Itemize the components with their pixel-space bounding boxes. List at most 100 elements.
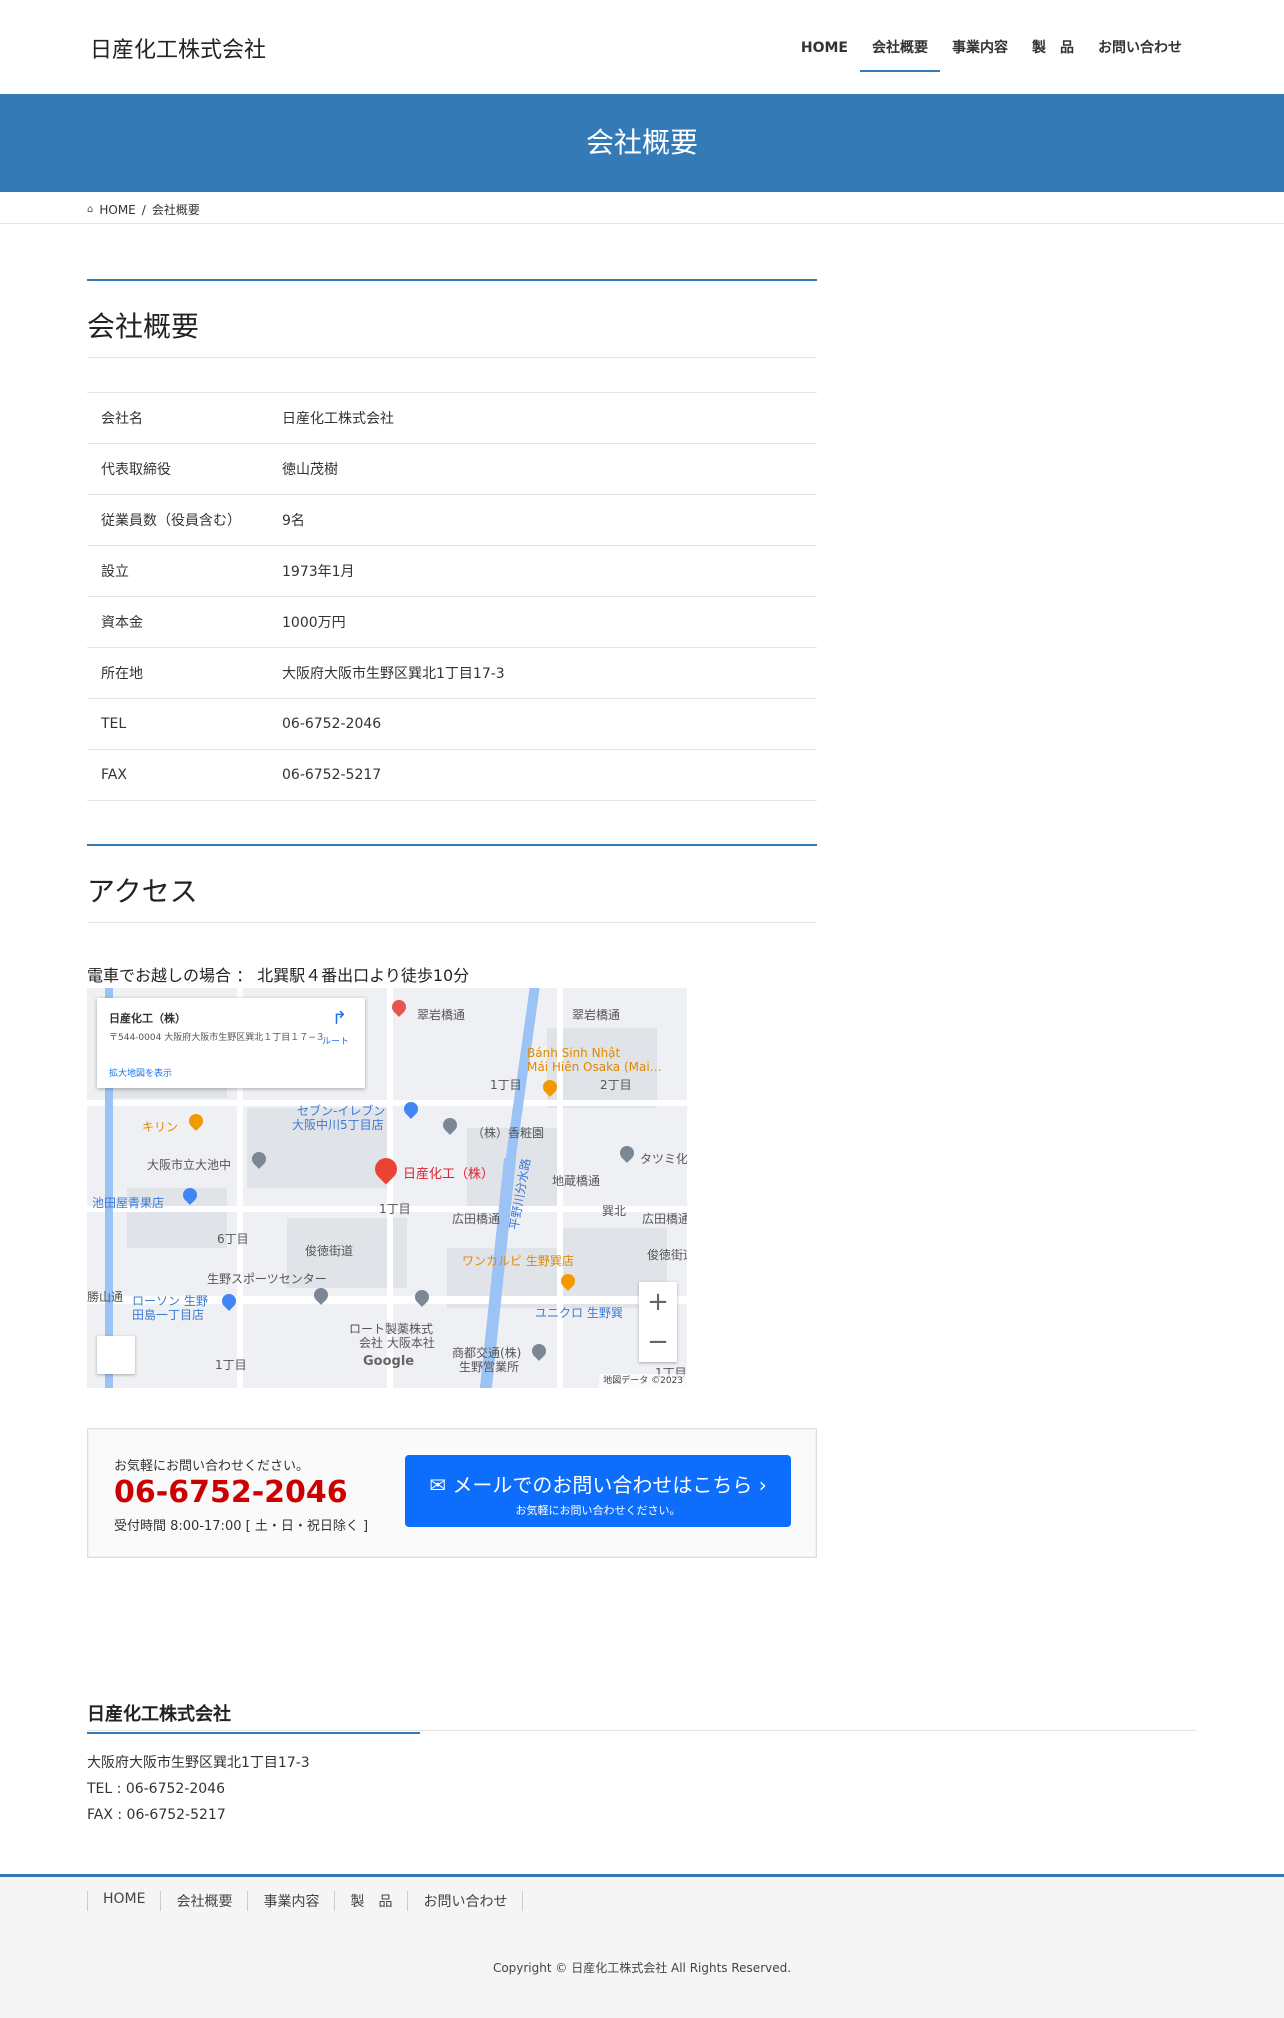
table-key: FAX [87,749,268,801]
map-label: 広田橋通 [452,1212,501,1226]
contact-phone-number[interactable]: 06-6752-2046 [114,1475,348,1510]
footer-company-widget: 日産化工株式会社 大阪府大阪市生野区巽北1丁目17-3 TEL : 06-675… [87,1700,1197,1828]
access-section-header: アクセス [87,844,817,923]
map-label: 巽北 [602,1204,627,1218]
map-label: 大阪中川5丁目店 [292,1118,384,1132]
zoom-out-button[interactable]: − [639,1322,677,1362]
map-label: 1丁目 [490,1078,522,1092]
table-key: 従業員数（役員含む） [87,494,268,546]
map-label: キリン [142,1120,179,1134]
poi-pin-icon[interactable] [186,1111,206,1131]
table-key: 会社名 [87,392,268,444]
contact-box: お気軽にお問い合わせください。 06-6752-2046 受付時間 8:00-1… [87,1428,817,1558]
map-label: 会社 大阪本社 [359,1336,435,1350]
poi-pin-icon[interactable] [529,1341,549,1361]
table-row: 代表取締役 徳山茂樹 [87,443,817,495]
table-value: 日産化工株式会社 [268,392,817,444]
footer-company-title: 日産化工株式会社 [87,1700,420,1734]
footer-tel: TEL : 06-6752-2046 [87,1781,225,1797]
company-info-table: 会社名 日産化工株式会社 代表取締役 徳山茂樹 従業員数（役員含む） 9名 設立 197… [87,392,817,801]
table-value: 06-6752-5217 [268,749,817,801]
map-zoom-control: + − [639,1282,677,1362]
directions-label[interactable]: ルート [322,1034,349,1047]
breadcrumb-home[interactable]: HOME [99,203,135,217]
footer-nav-home[interactable]: HOME [87,1891,160,1911]
page-banner-title: 会社概要 [0,94,1284,192]
poi-pin-icon[interactable] [219,1291,239,1311]
table-row: TEL 06-6752-2046 [87,698,817,750]
table-key: TEL [87,698,268,750]
map-label: タツミ化 [640,1152,687,1166]
breadcrumb-bar: ⌂ HOME / 会社概要 [0,192,1284,224]
map-label: 勝山通 [87,1290,124,1304]
table-key: 代表取締役 [87,443,268,495]
map-label: 大阪市立大池中 [147,1158,232,1172]
poi-pin-icon[interactable] [440,1115,460,1135]
table-key: 設立 [87,545,268,597]
street-view-pegman-icon[interactable] [97,1336,135,1374]
nav-company[interactable]: 会社概要 [860,38,940,72]
company-section-title: 会社概要 [87,310,200,343]
map-info-card: 日産化工（株） 〒544-0004 大阪府大阪市生野区巽北１丁目１７−３ 拡大地… [97,998,365,1088]
map-label: 翠岩橋通 [572,1008,621,1022]
copyright: Copyright © 日産化工株式会社 All Rights Reserved… [492,1961,792,1975]
access-section-title: アクセス [87,875,198,908]
footer-nav-business[interactable]: 事業内容 [247,1891,334,1911]
table-value: 9名 [268,494,817,546]
poi-pin-icon[interactable] [617,1143,637,1163]
directions-icon[interactable]: ↱ [332,1008,347,1029]
contact-hours: 受付時間 8:00-17:00 [ 土・日・祝日除く ] [114,1519,369,1534]
map-label: ユニクロ 生野巽 [535,1306,623,1320]
footer-fax: FAX : 06-6752-5217 [87,1807,226,1823]
mail-button-label: メールでのお問い合わせはこちら [452,1473,753,1497]
envelope-icon: ✉ [429,1473,453,1497]
map-label: 地蔵橋通 [552,1174,601,1188]
site-logo[interactable]: 日産化工株式会社 [90,32,266,64]
contact-lead-text: お気軽にお問い合わせください。 [114,1459,310,1474]
table-key: 所在地 [87,647,268,699]
map-card-title: 日産化工（株） [109,1012,186,1025]
breadcrumb-current: 会社概要 [151,203,200,217]
main-nav: HOME 会社概要 事業内容 製 品 お問い合わせ [789,38,1194,72]
map-label: 俊徳街道 [647,1248,687,1262]
table-row: 会社名 日産化工株式会社 [87,392,817,444]
home-icon: ⌂ [87,204,94,215]
nav-home[interactable]: HOME [789,38,860,72]
table-value: 大阪府大阪市生野区巽北1丁目17-3 [268,647,817,699]
nav-products[interactable]: 製 品 [1020,38,1086,72]
nav-business[interactable]: 事業内容 [940,38,1020,72]
google-map[interactable]: 日産化工（株） 〒544-0004 大阪府大阪市生野区巽北１丁目１７−３ 拡大地… [87,988,687,1388]
table-value: 1973年1月 [268,545,817,597]
footer-nav-company[interactable]: 会社概要 [160,1891,247,1911]
footer-nav-products[interactable]: 製 品 [334,1891,407,1911]
map-larger-link[interactable]: 拡大地図を表示 [109,1066,172,1079]
breadcrumb-separator: / [141,202,146,217]
nav-contact[interactable]: お問い合わせ [1086,38,1194,72]
map-label: ワンカルビ 生野巽店 [462,1254,574,1268]
table-value: 06-6752-2046 [268,698,817,750]
table-row: 資本金 1000万円 [87,596,817,648]
mail-contact-button[interactable]: ✉ メールでのお問い合わせはこちら › お気軽にお問い合わせください。 [405,1455,791,1527]
map-label: Mái Hiên Osaka (Mai… [527,1060,662,1074]
map-pin-label: 日産化工（株） [403,1167,495,1182]
table-row: 設立 1973年1月 [87,545,817,597]
table-value: 徳山茂樹 [268,443,817,495]
footer-address: 大阪府大阪市生野区巽北1丁目17-3 [87,1755,310,1771]
map-label: Bánh Sinh Nhật [527,1046,621,1060]
map-label: 生野営業所 [459,1360,520,1374]
footer-nav-contact[interactable]: お問い合わせ [407,1891,524,1911]
map-attribution: 地図データ ©2023 [599,1374,687,1388]
table-row: 所在地 大阪府大阪市生野区巽北1丁目17-3 [87,647,817,699]
table-row: 従業員数（役員含む） 9名 [87,494,817,546]
map-label: 俊徳街道 [305,1244,354,1258]
site-footer: HOME 会社概要 事業内容 製 品 お問い合わせ Copyright © 日産… [0,1874,1284,2018]
mail-button-sublabel: お気軽にお問い合わせください。 [515,1504,681,1517]
map-label: 池田屋青果店 [92,1196,165,1210]
table-key: 資本金 [87,596,268,648]
access-directions-text: 電車でお越しの場合 ： 北巽駅４番出口より徒歩10分 [87,966,470,985]
map-label: 1丁目 [379,1202,411,1216]
map-label: 6丁目 [217,1232,249,1246]
zoom-in-button[interactable]: + [639,1282,677,1322]
map-label: 翠岩橋通 [417,1008,466,1022]
breadcrumb: ⌂ HOME / 会社概要 [87,201,200,218]
